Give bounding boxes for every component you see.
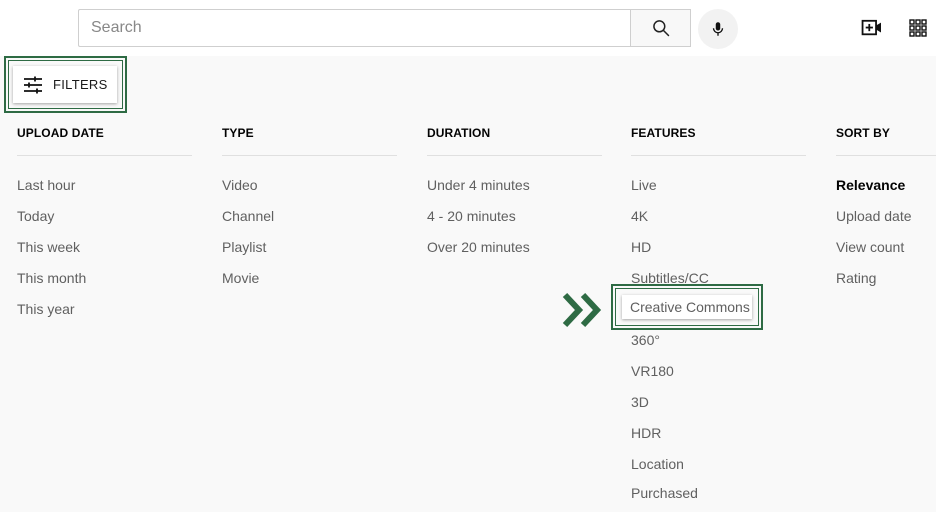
filter-group-title: FEATURES [631,126,696,140]
filter-option-channel[interactable]: Channel [222,208,274,224]
filter-group-title: DURATION [427,126,491,140]
filter-option-under-4-minutes[interactable]: Under 4 minutes [427,177,530,193]
filter-option-creative-commons[interactable]: Creative Commons [622,295,752,319]
filter-group-title: SORT BY [836,126,891,140]
apps-grid-icon [909,19,927,37]
filter-option-hdr[interactable]: HDR [631,425,661,441]
filter-option-3d[interactable]: 3D [631,394,649,410]
double-chevron-right-icon [562,292,602,328]
filter-group-sort-by: SORT BY Relevance Upload date View count… [836,126,936,286]
filter-group-features: FEATURES Live 4K HD Subtitles/CC 360° VR… [631,126,806,501]
filter-option-last-hour[interactable]: Last hour [17,177,75,193]
filter-option-hd[interactable]: HD [631,239,651,255]
divider [222,155,397,156]
filter-option-playlist[interactable]: Playlist [222,239,266,255]
mic-icon [712,22,724,36]
filter-option-vr180[interactable]: VR180 [631,363,674,379]
divider [836,155,936,156]
top-bar: Search [0,0,936,56]
divider [427,155,602,156]
filter-option-purchased[interactable]: Purchased [631,485,698,501]
filter-option-location[interactable]: Location [631,456,684,472]
sort-option-view-count[interactable]: View count [836,239,904,255]
filter-option-4-20-minutes[interactable]: 4 - 20 minutes [427,208,516,224]
search-placeholder: Search [91,19,142,36]
create-button[interactable] [858,14,886,42]
filter-group-type: TYPE Video Channel Playlist Movie [222,126,397,286]
apps-button[interactable] [904,14,932,42]
create-video-icon [861,19,881,36]
filter-group-upload-date: UPLOAD DATE Last hour Today This week Th… [17,126,192,317]
search-icon [652,20,669,37]
filter-option-over-20-minutes[interactable]: Over 20 minutes [427,239,530,255]
filter-option-this-year[interactable]: This year [17,301,75,317]
sliders-icon [24,76,42,93]
filter-option-this-month[interactable]: This month [17,270,86,286]
filter-option-video[interactable]: Video [222,177,258,193]
filter-group-duration: DURATION Under 4 minutes 4 - 20 minutes … [427,126,602,255]
filter-option-today[interactable]: Today [17,208,54,224]
filter-option-4k[interactable]: 4K [631,208,648,224]
search-input[interactable]: Search [78,9,631,47]
filters-button[interactable]: FILTERS [13,66,117,103]
sort-option-upload-date[interactable]: Upload date [836,208,912,224]
filter-option-360[interactable]: 360° [631,332,660,348]
divider [17,155,192,156]
divider [631,155,806,156]
filter-option-movie[interactable]: Movie [222,270,259,286]
search-button[interactable] [630,9,691,47]
filters-label: FILTERS [53,77,108,92]
filter-group-title: UPLOAD DATE [17,126,104,140]
voice-search-button[interactable] [698,9,738,49]
filter-group-title: TYPE [222,126,254,140]
filter-option-this-week[interactable]: This week [17,239,80,255]
sort-option-rating[interactable]: Rating [836,270,876,286]
sort-option-relevance[interactable]: Relevance [836,177,905,193]
filter-option-live[interactable]: Live [631,177,657,193]
